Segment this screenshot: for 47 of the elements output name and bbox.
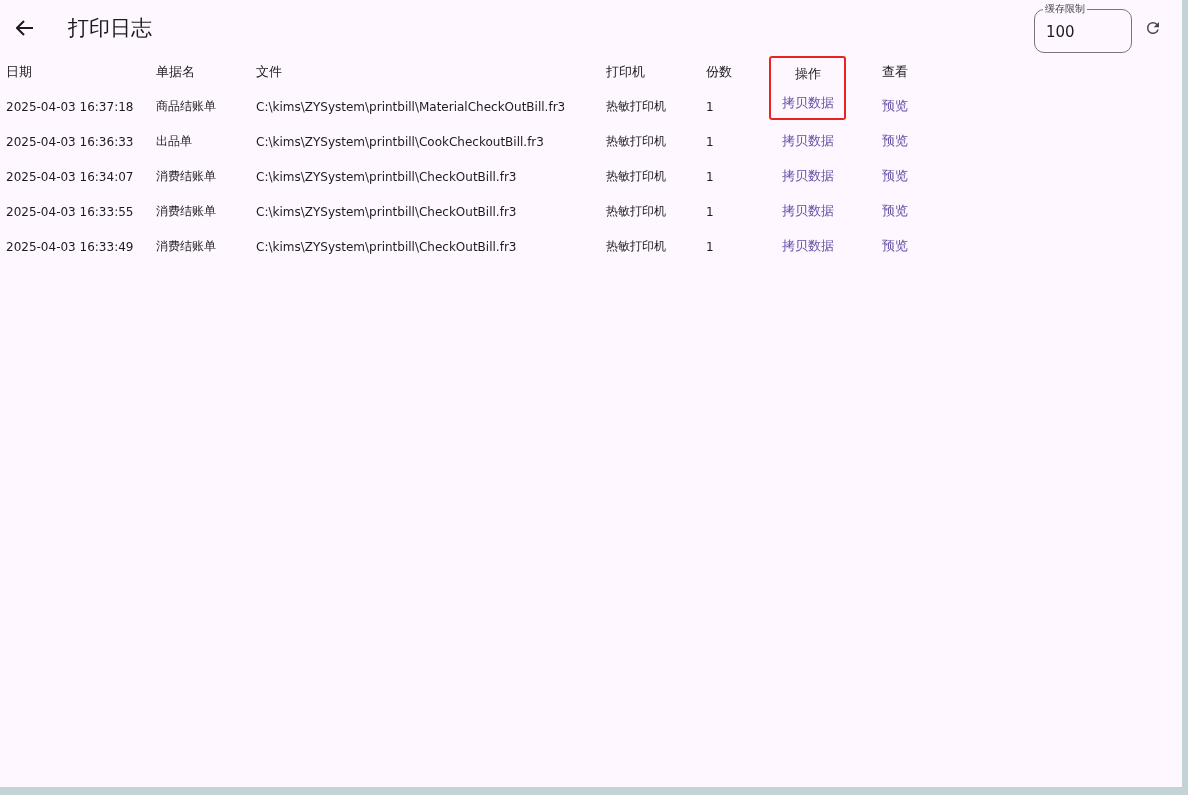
bill-name-cell: 商品结账单 [156, 98, 216, 115]
date-cell: 2025-04-03 16:33:49 [6, 239, 134, 254]
printer-cell: 热敏打印机 [606, 238, 666, 255]
copy-data-link[interactable]: 拷贝数据 [782, 238, 834, 253]
file-path-cell: C:\kims\ZYSystem\printbill\CheckOutBill.fr3 [256, 204, 517, 219]
cache-limit-input[interactable]: 100 [1035, 23, 1126, 41]
bill-name-cell: 消费结账单 [156, 203, 216, 220]
preview-link[interactable]: 预览 [882, 238, 908, 253]
copies-cell: 1 [706, 134, 714, 149]
copy-data-link[interactable]: 拷贝数据 [769, 89, 846, 120]
file-path-cell: C:\kims\ZYSystem\printbill\MaterialCheckOutBill.fr3 [256, 99, 566, 114]
cache-limit-field[interactable]: 缓存限制 100 [1034, 3, 1132, 53]
bill-name-cell: 消费结账单 [156, 238, 216, 255]
printer-cell: 热敏打印机 [606, 133, 666, 150]
date-cell: 2025-04-03 16:33:55 [6, 204, 134, 219]
page-title: 打印日志 [68, 14, 152, 42]
field-label: 缓存限制 [1044, 3, 1086, 15]
column-header: 操作 [769, 56, 846, 89]
column-header: 份数 [706, 62, 732, 81]
copies-cell: 1 [706, 204, 714, 219]
preview-link[interactable]: 预览 [882, 203, 908, 218]
file-path-cell: C:\kims\ZYSystem\printbill\CheckOutBill.fr3 [256, 169, 517, 184]
copy-data-link[interactable]: 拷贝数据 [782, 203, 834, 218]
printer-cell: 热敏打印机 [606, 168, 666, 185]
preview-link[interactable]: 预览 [882, 133, 908, 148]
copy-data-link[interactable]: 拷贝数据 [782, 133, 834, 148]
column-header: 文件 [256, 62, 282, 81]
back-arrow-icon[interactable] [16, 19, 34, 36]
preview-link[interactable]: 预览 [882, 98, 908, 113]
column-header: 日期 [6, 62, 32, 81]
file-path-cell: C:\kims\ZYSystem\printbill\CheckOutBill.fr3 [256, 239, 517, 254]
date-cell: 2025-04-03 16:37:18 [6, 99, 134, 114]
copy-data-link[interactable]: 拷贝数据 [782, 168, 834, 183]
printer-cell: 热敏打印机 [606, 98, 666, 115]
column-header: 打印机 [606, 62, 645, 81]
date-cell: 2025-04-03 16:34:07 [6, 169, 134, 184]
preview-link[interactable]: 预览 [882, 168, 908, 183]
copies-cell: 1 [706, 239, 714, 254]
file-path-cell: C:\kims\ZYSystem\printbill\CookCheckoutBill.fr3 [256, 134, 544, 149]
bill-name-cell: 消费结账单 [156, 168, 216, 185]
column-header: 单据名 [156, 62, 195, 81]
bill-name-cell: 出品单 [156, 133, 192, 150]
date-cell: 2025-04-03 16:36:33 [6, 134, 134, 149]
copies-cell: 1 [706, 169, 714, 184]
column-header: 查看 [882, 62, 908, 81]
printer-cell: 热敏打印机 [606, 203, 666, 220]
copies-cell: 1 [706, 99, 714, 114]
